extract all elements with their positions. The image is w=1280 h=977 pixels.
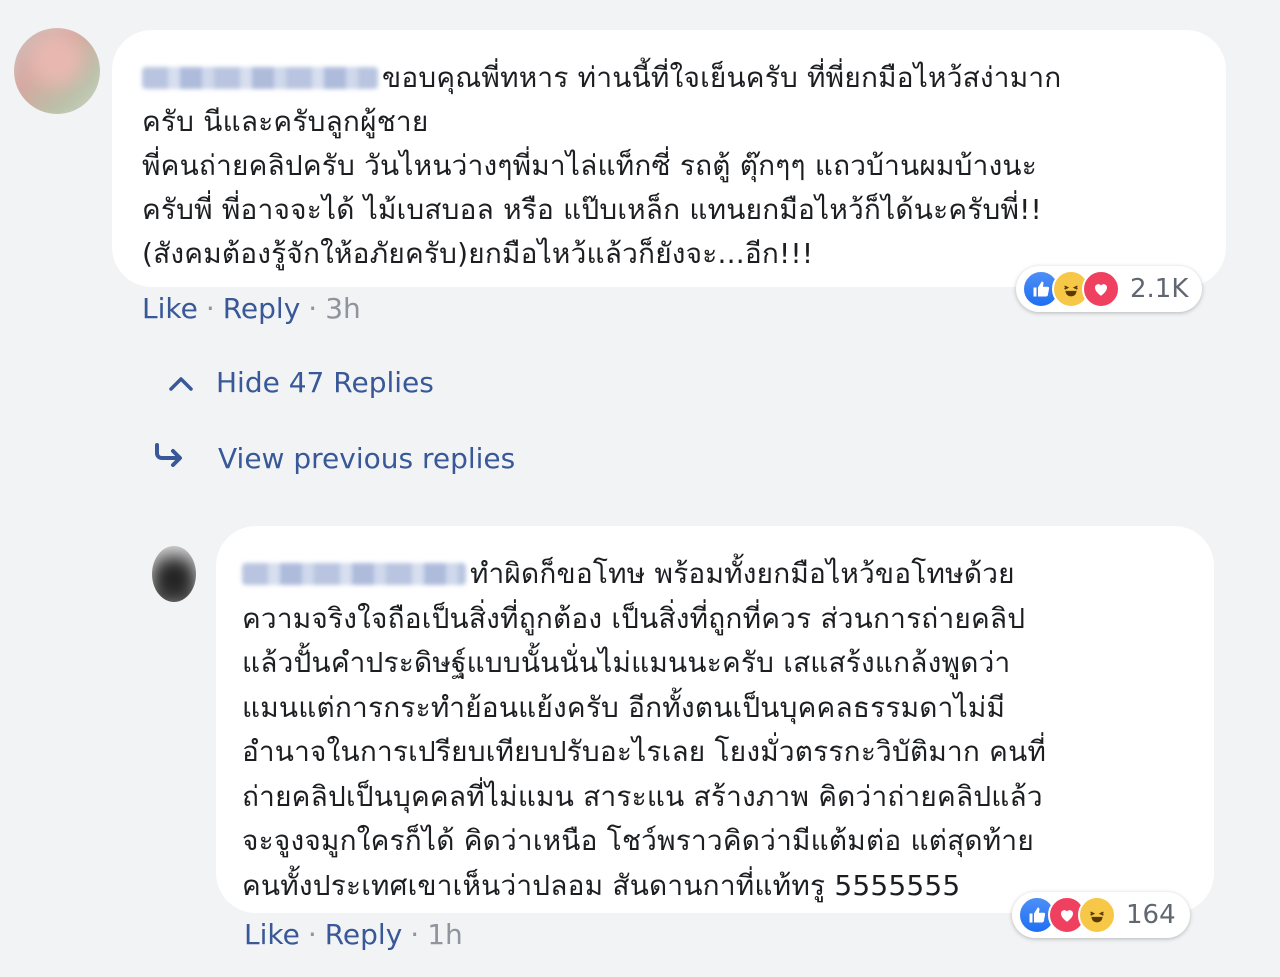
replier-name-blurred[interactable]: [242, 563, 466, 585]
heart-icon: [1061, 910, 1073, 922]
commenter-avatar[interactable]: [14, 28, 100, 114]
reply-link[interactable]: Reply: [223, 292, 301, 325]
reaction-count: 164: [1126, 900, 1176, 930]
view-previous-replies-button[interactable]: View previous replies: [152, 441, 515, 476]
love-reaction-icon: [1082, 270, 1120, 308]
like-link[interactable]: Like: [142, 292, 198, 325]
laughing-face-icon: [1064, 285, 1078, 297]
reply-text: ทำผิดก็ขอโทษ พร้อมทั้งยกมือไหว้ขอโทษด้วย…: [242, 557, 1047, 902]
chevron-up-icon: [168, 366, 202, 399]
reply-body: ทำผิดก็ขอโทษ พร้อมทั้งยกมือไหว้ขอโทษด้วย…: [242, 552, 1190, 908]
reaction-summary[interactable]: 164: [1012, 892, 1190, 938]
hide-replies-label: Hide 47 Replies: [216, 366, 434, 399]
commenter-name-blurred[interactable]: [142, 67, 378, 89]
laughing-face-icon: [1090, 911, 1104, 923]
separator: ·: [410, 918, 420, 951]
separator: ·: [205, 292, 215, 325]
reaction-summary[interactable]: 2.1K: [1016, 266, 1203, 312]
reply-timestamp[interactable]: 1h: [427, 918, 463, 951]
reply-bubble: ทำผิดก็ขอโทษ พร้อมทั้งยกมือไหว้ขอโทษด้วย…: [216, 526, 1214, 913]
comment-body: ขอบคุณพี่ทหาร ท่านนี้ที่ใจเย็นครับ ที่พี…: [142, 56, 1196, 276]
reaction-count: 2.1K: [1130, 274, 1189, 304]
like-link[interactable]: Like: [244, 918, 300, 951]
thumbs-up-icon: [1029, 907, 1046, 923]
reply-link[interactable]: Reply: [325, 918, 403, 951]
thumbs-up-icon: [1033, 281, 1050, 297]
haha-reaction-icon: [1078, 896, 1116, 934]
separator: ·: [307, 918, 317, 951]
reply-arrow-icon: [152, 441, 202, 476]
comment-actions: Like · Reply · 3h: [142, 292, 361, 325]
replier-avatar[interactable]: [152, 546, 196, 602]
heart-icon: [1095, 284, 1107, 296]
separator: ·: [308, 292, 318, 325]
comment-text: ขอบคุณพี่ทหาร ท่านนี้ที่ใจเย็นครับ ที่พี…: [142, 61, 1062, 270]
comment-bubble: ขอบคุณพี่ทหาร ท่านนี้ที่ใจเย็นครับ ที่พี…: [112, 30, 1226, 287]
hide-replies-button[interactable]: Hide 47 Replies: [168, 366, 434, 399]
comment-timestamp[interactable]: 3h: [325, 292, 361, 325]
reply-actions: Like · Reply · 1h: [244, 918, 463, 951]
view-previous-replies-label: View previous replies: [218, 442, 516, 475]
